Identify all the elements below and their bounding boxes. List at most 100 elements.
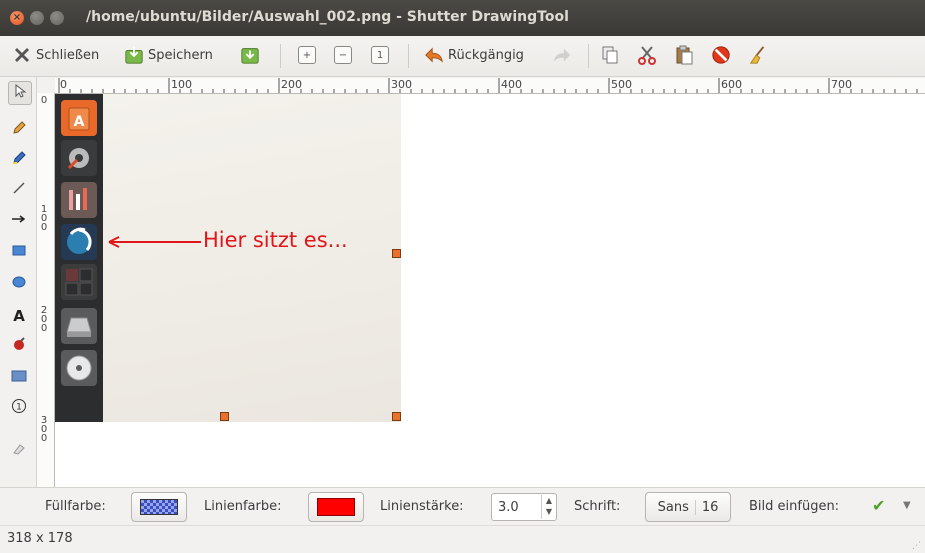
unity-launcher: A xyxy=(55,94,103,422)
drive-icon xyxy=(61,308,97,344)
close-icon: × xyxy=(12,12,22,23)
censor-icon xyxy=(12,337,26,355)
number-circle-icon: 1 xyxy=(11,398,27,418)
system-monitor-icon xyxy=(61,182,97,218)
zoom-in-button[interactable]: + xyxy=(298,42,316,68)
line-width-value: 3.0 xyxy=(498,499,519,515)
undo-button-label: Rückgängig xyxy=(448,47,524,63)
software-center-icon: A xyxy=(61,100,97,136)
line-width-spinner[interactable]: 3.0 ▲ ▼ xyxy=(491,493,557,521)
font-name: Sans xyxy=(658,499,696,515)
highlighter-tool[interactable] xyxy=(8,149,30,171)
eraser-icon xyxy=(12,441,26,459)
ruler-label: 3 0 0 xyxy=(40,415,48,444)
font-button[interactable]: Sans 16 xyxy=(645,492,731,522)
arrow-tool[interactable] xyxy=(8,209,30,231)
rectangle-tool[interactable] xyxy=(8,241,30,263)
font-label: Schrift: xyxy=(574,499,621,514)
ellipse-icon xyxy=(12,276,26,292)
resize-grip-icon[interactable]: ⋰ xyxy=(912,541,921,551)
resize-handle[interactable] xyxy=(220,412,229,421)
toolbar-separator xyxy=(280,44,281,68)
copy-icon xyxy=(600,45,620,65)
line-color-label: Linienfarbe: xyxy=(204,499,282,514)
highlighter-icon xyxy=(12,151,26,169)
workspace-switcher-icon xyxy=(61,264,97,300)
line-tool[interactable] xyxy=(8,179,30,201)
window-close-button[interactable]: × xyxy=(10,11,24,25)
zoom-original-icon: 1 xyxy=(371,46,389,64)
save-as-icon xyxy=(240,45,260,65)
save-button-label: Speichern xyxy=(148,47,213,63)
ruler-label: 700 xyxy=(831,78,852,91)
ruler-label: 400 xyxy=(501,78,522,91)
broom-icon xyxy=(748,45,768,65)
ruler-label: 300 xyxy=(391,78,412,91)
fill-color-button[interactable] xyxy=(131,492,187,522)
horizontal-ruler: 0 100 200 300 400 500 600 700 xyxy=(55,78,925,94)
properties-bar: Füllfarbe: Linienfarbe: Linienstärke: 3.… xyxy=(0,487,925,526)
ruler-label: 1 0 0 xyxy=(40,204,48,233)
text-a-icon: A xyxy=(13,307,25,325)
pointer-icon xyxy=(13,83,27,102)
image-dimensions: 318 x 178 xyxy=(7,531,73,546)
line-icon xyxy=(12,181,26,199)
text-tool[interactable]: A xyxy=(8,305,30,327)
number-tool[interactable]: 1 xyxy=(8,397,30,419)
dropdown-arrow-icon[interactable]: ▼ xyxy=(903,500,911,511)
window-maximize-button[interactable] xyxy=(50,11,64,25)
crop-tool[interactable] xyxy=(8,439,30,461)
freehand-tool[interactable] xyxy=(8,119,30,141)
arrow-icon xyxy=(11,213,27,228)
zoom-out-icon: − xyxy=(334,46,352,64)
optical-disc-icon xyxy=(61,350,97,386)
fill-color-label: Füllfarbe: xyxy=(45,499,106,514)
spinner-arrows-icon[interactable]: ▲ ▼ xyxy=(541,495,556,519)
paste-icon xyxy=(674,45,694,65)
clear-button[interactable] xyxy=(748,42,772,68)
cut-button[interactable] xyxy=(637,42,661,68)
save-button[interactable]: Speichern xyxy=(124,42,213,68)
ruler-label: 0 xyxy=(60,78,67,91)
resize-handle[interactable] xyxy=(392,249,401,258)
paste-button[interactable] xyxy=(674,42,698,68)
save-icon xyxy=(124,45,144,65)
svg-text:A: A xyxy=(74,114,85,130)
main-toolbar: Schließen Speichern + − 1 Rückgängig xyxy=(0,36,925,77)
zoom-out-button[interactable]: − xyxy=(334,42,352,68)
toolbar-separator xyxy=(588,44,589,68)
censor-tool[interactable] xyxy=(8,335,30,357)
system-settings-icon xyxy=(61,140,97,176)
delete-icon xyxy=(711,45,731,65)
delete-button[interactable] xyxy=(711,42,735,68)
select-tool[interactable] xyxy=(8,81,32,105)
annotation-arrow[interactable] xyxy=(105,232,205,252)
zoom-100-button[interactable]: 1 xyxy=(371,42,389,68)
copy-button[interactable] xyxy=(600,42,624,68)
tool-palette: A 1 xyxy=(0,77,37,487)
checkmark-icon[interactable]: ✔ xyxy=(872,496,885,515)
line-color-button[interactable] xyxy=(308,492,364,522)
ruler-label: 100 xyxy=(171,78,192,91)
line-width-label: Linienstärke: xyxy=(380,499,464,514)
save-as-button[interactable] xyxy=(240,42,264,68)
ruler-label: 0 xyxy=(40,95,48,106)
drawing-canvas[interactable]: A Hier sitzt es... xyxy=(55,94,925,487)
insert-image-label: Bild einfügen: xyxy=(749,499,840,514)
resize-handle[interactable] xyxy=(392,412,401,421)
window-minimize-button[interactable] xyxy=(30,11,44,25)
font-size: 16 xyxy=(701,499,719,515)
close-button[interactable]: Schließen xyxy=(12,42,99,68)
pixelize-tool[interactable] xyxy=(8,367,30,389)
scissors-icon xyxy=(637,45,657,65)
vertical-ruler: 0 1 0 0 2 0 0 3 0 0 xyxy=(37,93,55,487)
redo-button[interactable] xyxy=(552,42,576,68)
annotation-text[interactable]: Hier sitzt es... xyxy=(203,228,348,252)
pixelize-icon xyxy=(11,370,27,386)
ellipse-tool[interactable] xyxy=(8,273,30,295)
close-button-label: Schließen xyxy=(36,47,100,63)
undo-button[interactable]: Rückgängig xyxy=(424,42,524,68)
status-bar: 318 x 178 ⋰ xyxy=(0,525,925,553)
ruler-label: 200 xyxy=(281,78,302,91)
svg-text:1: 1 xyxy=(16,403,22,413)
